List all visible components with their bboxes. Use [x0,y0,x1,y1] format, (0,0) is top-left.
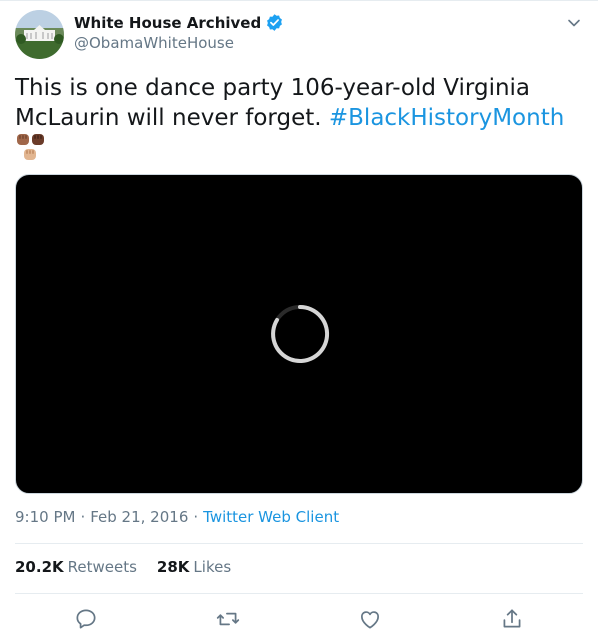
tweet-text: This is one dance party 106-year-old Vir… [15,73,580,133]
video-player[interactable] [15,174,583,494]
reply-icon[interactable] [73,606,99,632]
tweet-metadata: 9:10 PM · Feb 21, 2016 · Twitter Web Cli… [15,508,339,526]
user-handle[interactable]: @ObamaWhiteHouse [74,34,234,52]
action-bar [15,604,583,634]
verified-badge-icon [265,13,284,32]
likes-stat[interactable]: 28K Likes [157,558,231,576]
raised-fist-dark-icon [32,134,44,145]
engagement-stats: 20.2K Retweets 28K Likes [15,558,231,576]
hashtag-link[interactable]: #BlackHistoryMonth [329,105,564,131]
tweet-time[interactable]: 9:10 PM [15,508,75,526]
retweets-stat[interactable]: 20.2K Retweets [15,558,137,576]
name-row: White House Archived [74,13,284,32]
loading-spinner-icon [269,303,331,365]
tweet-header: White House Archived @ObamaWhiteHouse [15,10,585,60]
tweet-date[interactable]: Feb 21, 2016 [90,508,188,526]
chevron-down-icon[interactable] [565,14,583,32]
raised-fist-medium-dark-icon [17,134,29,145]
retweets-count: 20.2K [15,558,64,576]
divider [15,543,583,544]
likes-count: 28K [156,558,190,576]
retweets-label: Retweets [67,558,137,576]
separator: · [80,508,86,526]
retweet-icon[interactable] [215,606,241,632]
divider [15,593,583,594]
share-icon[interactable] [499,606,525,632]
display-name[interactable]: White House Archived [74,14,261,32]
avatar[interactable] [15,10,64,59]
like-icon[interactable] [357,606,383,632]
raised-fist-medium-light-icon [24,149,36,160]
client-link[interactable]: Twitter Web Client [203,508,339,526]
likes-label: Likes [193,558,232,576]
separator: · [193,508,199,526]
top-border [0,0,598,1]
raised-fists-emoji [15,132,49,164]
